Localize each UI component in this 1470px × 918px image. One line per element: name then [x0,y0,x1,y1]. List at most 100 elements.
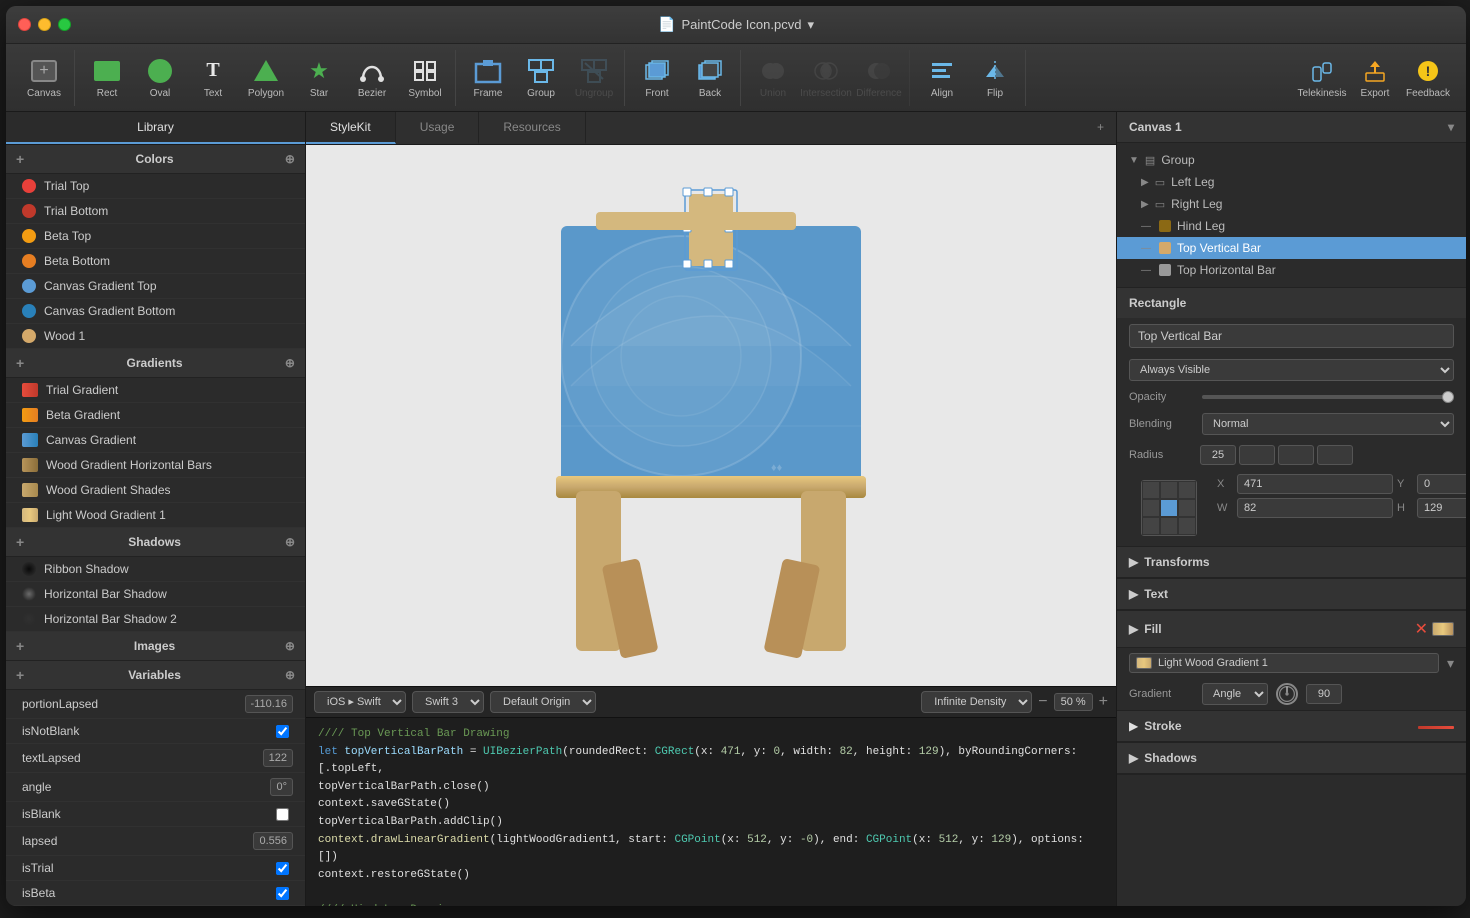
stylekit-tab[interactable]: StyleKit [306,112,396,144]
layer-hind-leg[interactable]: — Hind Leg [1117,215,1466,237]
zoom-plus[interactable]: + [1099,693,1108,711]
pos-tc[interactable] [1160,481,1178,499]
radius-input[interactable] [1200,445,1236,465]
add-color-button[interactable]: + [16,151,24,167]
list-item[interactable]: Canvas Gradient ⊕ [6,428,305,453]
transforms-header[interactable]: ▶ Transforms [1117,547,1466,578]
add-tab-button[interactable]: + [1085,112,1116,144]
back-button[interactable]: Back [684,50,736,106]
layer-group[interactable]: ▼ ▤ Group [1117,149,1466,171]
gradient-dropdown[interactable]: Light Wood Gradient 1 [1129,653,1439,673]
canvas-dropdown[interactable]: ▾ [1448,120,1454,134]
istrial-checkbox[interactable] [276,862,289,875]
feedback-button[interactable]: ! Feedback [1402,50,1454,106]
text-button[interactable]: T Text [187,50,239,106]
front-button[interactable]: Front [631,50,683,106]
h-input[interactable] [1417,498,1466,518]
add-shadow-button[interactable]: + [16,534,24,550]
visibility-select[interactable]: Always Visible Hidden [1129,359,1454,381]
telekinesis-button[interactable]: Telekinesis [1296,50,1348,106]
resources-tab[interactable]: Resources [479,112,585,144]
list-item[interactable]: Trial Top ⊕ [6,174,305,199]
x-input[interactable] [1237,474,1393,494]
pos-tl[interactable] [1142,481,1160,499]
layer-top-horizontal-bar[interactable]: — Top Horizontal Bar [1117,259,1466,281]
layer-right-leg[interactable]: ▶ ▭ Right Leg [1117,193,1466,215]
canvas-button[interactable]: + Canvas [18,50,70,106]
pos-tr[interactable] [1178,481,1196,499]
text-header[interactable]: ▶ Text [1117,579,1466,610]
export-button[interactable]: Export [1349,50,1401,106]
list-item[interactable]: Wood Gradient Horizontal Bars ⊕ [6,453,305,478]
list-item[interactable]: Ribbon Shadow ⊕ [6,557,305,582]
platform-select[interactable]: iOS ▸ Swift [314,691,406,713]
fill-header[interactable]: ▶ Fill ✕ [1117,611,1466,648]
rect-button[interactable]: Rect [81,50,133,106]
code-body[interactable]: //// Top Vertical Bar Drawing let topVer… [306,718,1116,906]
opacity-slider[interactable] [1202,395,1454,399]
gradient-type-select[interactable]: Angle Linear Radial [1202,683,1268,705]
variables-options[interactable]: ⊕ [285,668,295,682]
images-options[interactable]: ⊕ [285,639,295,653]
list-item[interactable]: lapsed 0.556 [6,827,305,856]
list-item[interactable]: Beta Top ⊕ [6,224,305,249]
frame-button[interactable]: Frame [462,50,514,106]
y-input[interactable] [1417,474,1466,494]
list-item[interactable]: Beta Bottom ⊕ [6,249,305,274]
gradients-options[interactable]: ⊕ [285,356,295,370]
origin-select[interactable]: Default Origin [490,691,596,713]
pos-mc[interactable] [1160,499,1178,517]
list-item[interactable]: Light Wood Gradient 1 ⊕ [6,503,305,528]
colors-options[interactable]: ⊕ [285,152,295,166]
list-item[interactable]: isTrial [6,856,305,881]
zoom-minus[interactable]: − [1038,693,1047,711]
radius-input-bl[interactable] [1317,445,1353,465]
library-tab[interactable]: Library [6,112,305,144]
layer-top-vertical-bar[interactable]: — Top Vertical Bar [1117,237,1466,259]
list-item[interactable]: textLapsed 122 [6,744,305,773]
minimize-button[interactable] [38,18,51,31]
group-button[interactable]: Group [515,50,567,106]
list-item[interactable]: Horizontal Bar Shadow 2 ⊕ [6,607,305,632]
star-button[interactable]: ★ Star [293,50,345,106]
language-select[interactable]: Swift 3 [412,691,484,713]
pos-bc[interactable] [1160,517,1178,535]
w-input[interactable] [1237,498,1393,518]
list-item[interactable]: Horizontal Bar Shadow ⊕ [6,582,305,607]
flip-button[interactable]: Flip [969,50,1021,106]
radius-input-tr[interactable] [1239,445,1275,465]
list-item[interactable]: Wood Gradient Shades ⊕ [6,478,305,503]
list-item[interactable]: isBeta [6,881,305,906]
bezier-button[interactable]: Bezier [346,50,398,106]
ungroup-button[interactable]: Ungroup [568,50,620,106]
oval-button[interactable]: Oval [134,50,186,106]
isbeta-checkbox[interactable] [276,887,289,900]
fill-remove-icon[interactable]: ✕ [1415,619,1428,639]
difference-button[interactable]: Difference [853,50,905,106]
intersection-button[interactable]: Intersection [800,50,852,106]
gradient-dropdown-arrow[interactable]: ▾ [1447,655,1454,672]
add-image-button[interactable]: + [16,638,24,654]
list-item[interactable]: isNotBlank [6,719,305,744]
list-item[interactable]: Beta Gradient ⊕ [6,403,305,428]
list-item[interactable]: portionLapsed -110.16 [6,690,305,719]
symbol-button[interactable]: Symbol [399,50,451,106]
pos-mr[interactable] [1178,499,1196,517]
pos-br[interactable] [1178,517,1196,535]
list-item[interactable]: Canvas Gradient Bottom ⊕ [6,299,305,324]
layer-name-input[interactable] [1129,324,1454,348]
list-item[interactable]: angle 0° [6,773,305,802]
angle-input[interactable] [1306,684,1342,704]
dropdown-arrow[interactable]: ▾ [807,17,814,33]
list-item[interactable]: Trial Gradient ⊕ [6,378,305,403]
list-item[interactable]: Wood 1 ⊕ [6,324,305,349]
shadows-options[interactable]: ⊕ [285,535,295,549]
align-button[interactable]: Align [916,50,968,106]
usage-tab[interactable]: Usage [396,112,480,144]
rectangle-header[interactable]: Rectangle [1117,288,1466,318]
shadows-header[interactable]: ▶ Shadows [1117,743,1466,774]
density-select[interactable]: Infinite Density [921,691,1032,713]
list-item[interactable]: Canvas Gradient Top ⊕ [6,274,305,299]
union-button[interactable]: Union [747,50,799,106]
stroke-header[interactable]: ▶ Stroke [1117,711,1466,742]
